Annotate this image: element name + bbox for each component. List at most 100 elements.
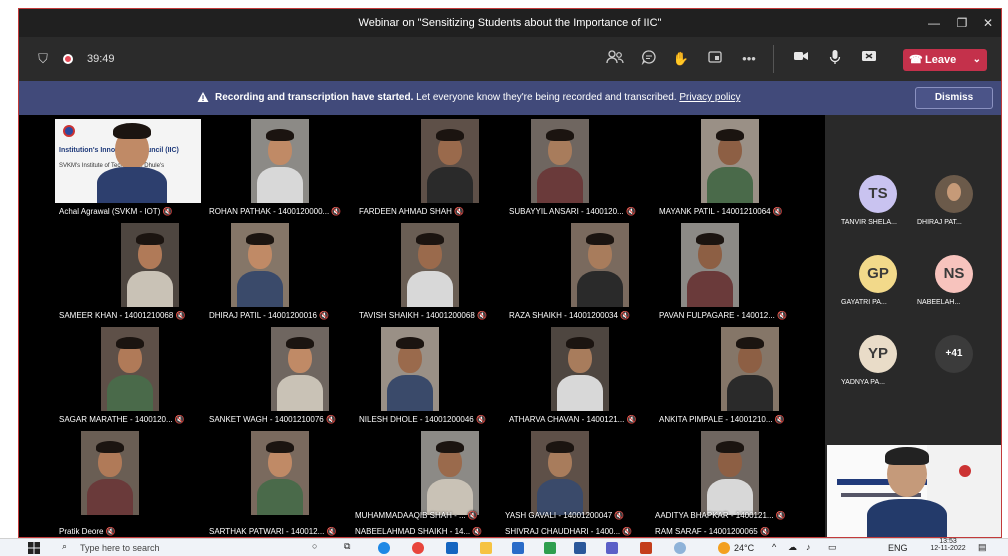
store-icon[interactable] [544,542,556,554]
participant-name: SAMEER KHAN - 14001210068 🔇 [59,311,186,320]
participant-tile[interactable]: MAYANK PATIL - 14001210064 🔇 [655,115,805,219]
camera-icon[interactable] [791,49,811,69]
chevron-down-icon[interactable]: ⌄ [973,49,981,71]
participant-tile[interactable]: SAGAR MARATHE - 1400120... 🔇 [55,323,205,427]
share-screen-icon[interactable] [859,49,879,69]
avatar-initials: YP [867,345,888,362]
participant-tile[interactable]: SAMEER KHAN - 14001210068 🔇 [55,219,205,323]
participant-tile[interactable]: RAZA SHAIKH - 14001200034 🔇 [505,219,655,323]
powerpoint-icon[interactable] [640,542,652,554]
clock-time: 13:53 [939,538,957,545]
participant-label: DHIRAJ PAT... [917,219,962,226]
browser-icon[interactable] [446,542,458,554]
participant-tile[interactable]: AADITYA BHAPKAR - 1400121... 🔇 [655,427,805,523]
notifications-icon[interactable]: ▤ [978,542,987,553]
participant-avatar[interactable]: NS [935,255,973,293]
participant-hair [246,233,274,245]
recording-icon [63,54,73,64]
participant-name: AADITYA BHAPKAR - 1400121... 🔇 [655,511,786,520]
participant-tile[interactable]: Pratik Deore 🔇 [55,427,205,537]
file-explorer-icon[interactable] [480,542,492,554]
participant-tile[interactable]: Institution's Innovation Council (IIC)SV… [55,115,205,219]
breakout-rooms-icon[interactable] [705,49,725,69]
cortana-icon[interactable]: ○ [312,541,317,551]
avatar-initials: TS [868,185,888,202]
banner-message: Recording and transcription have started… [215,92,740,103]
participant-avatar[interactable]: GP [859,255,897,293]
participant-video [571,223,629,307]
recording-banner: Recording and transcription have started… [19,81,1001,115]
participant-tile[interactable]: ATHARVA CHAVAN - 1400121... 🔇 [505,323,655,427]
participant-hair [716,441,744,453]
participant-tile[interactable]: SANKET WAGH - 14001210076 🔇 [205,323,355,427]
maximize-button[interactable]: ❐ [951,13,973,33]
participant-torso [577,271,623,307]
windows-start-icon[interactable] [28,542,40,554]
participant-torso [537,479,583,515]
leave-button[interactable]: ☎ Leave ⌄ [903,49,987,71]
chevron-up-icon[interactable]: ^ [772,542,776,552]
participant-tile[interactable]: NILESH DHOLE - 14001200046 🔇 [355,323,505,427]
participant-tile[interactable]: SUBAYYIL ANSARI - 1400120... 🔇 [505,115,655,219]
title-bar: Webinar on "Sensitizing Students about t… [19,9,1001,37]
participant-tile[interactable]: FARDEEN AHMAD SHAH 🔇 [355,115,505,219]
shield-icon[interactable]: ⛉ [33,49,53,69]
search-icon[interactable]: ⌕ [62,541,67,552]
participant-torso [707,479,753,515]
participants-icon[interactable] [605,49,625,69]
weather-icon [718,542,730,554]
clock[interactable]: 13:53 12-11-2022 [926,538,970,552]
participant-torso [727,375,773,411]
raise-hand-icon[interactable]: ✋ [671,49,691,69]
participant-tile[interactable]: TAVISH SHAIKH - 14001200068 🔇 [355,219,505,323]
participant-tile[interactable]: SARTHAK PATWARI - 140012... 🔇 [205,427,355,537]
edge-icon[interactable] [378,542,390,554]
participant-tile[interactable]: YASH GAVALI - 14001200047 🔇 [505,427,655,523]
network-icon[interactable]: ☁ [788,542,797,553]
participant-name: SAGAR MARATHE - 1400120... 🔇 [59,415,185,424]
task-view-icon[interactable]: ⧉ [344,541,350,552]
self-view[interactable] [827,445,1001,537]
participant-video [381,327,439,411]
mail-icon[interactable] [512,542,524,554]
word-icon[interactable] [574,542,586,554]
participant-tile[interactable]: SHIVRAJ CHAUDHARI - 1400... 🔇 [505,523,655,537]
language-indicator[interactable]: ENG [888,543,908,553]
battery-icon[interactable]: ▭ [828,542,837,553]
app-icon[interactable] [674,542,686,554]
minimize-button[interactable]: — [923,13,945,33]
participant-torso [557,375,603,411]
participant-tile[interactable]: NABEELAHMAD SHAIKH - 14... 🔇 [355,523,505,537]
participant-name: SANKET WAGH - 14001210076 🔇 [209,415,336,424]
participant-torso [427,167,473,203]
participant-torso [687,271,733,307]
more-options-icon[interactable]: ••• [739,49,759,69]
participant-tile[interactable]: PAVAN FULPAGARE - 140012... 🔇 [655,219,805,323]
teams-icon[interactable] [606,542,618,554]
taskbar-search-input[interactable]: Type here to search [80,543,160,553]
microphone-icon[interactable] [825,49,845,69]
dismiss-button[interactable]: Dismiss [915,87,993,109]
chrome-icon[interactable] [412,542,424,554]
participant-tile[interactable]: ANKITA PIMPALE - 14001210... 🔇 [655,323,805,427]
participant-tile[interactable]: ROHAN PATHAK - 1400120000... 🔇 [205,115,355,219]
participant-label: TANVIR SHELA... [841,219,897,226]
volume-icon[interactable]: ♪ [806,542,811,552]
participant-name: PAVAN FULPAGARE - 140012... 🔇 [659,311,788,320]
chat-icon[interactable] [639,49,659,69]
participant-avatar[interactable] [935,175,973,213]
participant-tile[interactable]: RAM SARAF - 14001200065 🔇 [655,523,805,537]
teams-window: Webinar on "Sensitizing Students about t… [18,8,1002,538]
participant-avatar[interactable]: YP [859,335,897,373]
participant-torso [237,271,283,307]
participant-name: RAM SARAF - 14001200065 🔇 [655,527,770,536]
close-window-button[interactable]: ✕ [977,13,999,33]
participant-avatar[interactable]: TS [859,175,897,213]
participant-tile[interactable]: DHIRAJ PATIL - 14001200016 🔇 [205,219,355,323]
participant-avatar[interactable]: +41 [935,335,973,373]
participants-panel: TS TANVIR SHELA... DHIRAJ PAT... GP GAYATRI … [825,115,1001,537]
participant-tile[interactable]: MUHAMMADAAQIB SHAH - ... 🔇 [355,427,505,523]
participant-video [531,119,589,203]
privacy-policy-link[interactable]: Privacy policy [679,92,740,103]
presenter-shirt [867,499,947,537]
